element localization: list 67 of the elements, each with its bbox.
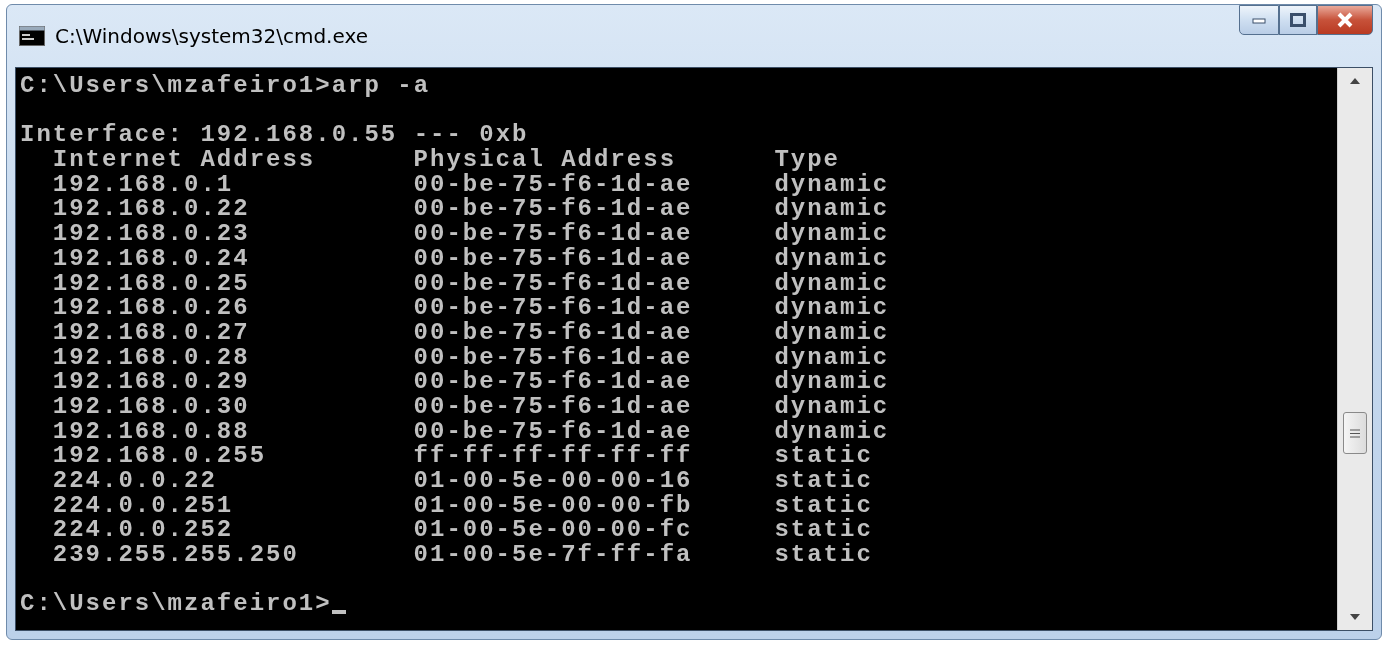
table-cell-text: dynamic xyxy=(774,394,891,420)
table-cell-text: 00-be-75-f6-1d-ae xyxy=(413,222,694,247)
maximize-button[interactable] xyxy=(1279,5,1317,35)
table-cell-text: static xyxy=(774,493,874,519)
grip-icon xyxy=(1350,428,1360,438)
window-title: C:\Windows\system32\cmd.exe xyxy=(55,24,369,48)
command-prompt: C:\Users\mzafeiro1> xyxy=(20,592,332,618)
console-app-icon xyxy=(19,26,45,46)
table-cell-text: 01-00-5e-00-00-fb xyxy=(413,493,694,519)
table-cell-text: 00-be-75-f6-1d-ae xyxy=(413,271,694,297)
table-cell-text: 224.0.0.22 xyxy=(52,469,218,494)
table-cell-text: 01-00-5e-00-00-fc xyxy=(413,518,694,544)
scrollbar[interactable] xyxy=(1337,68,1372,630)
table-cell-text: 00-be-75-f6-1d-ae xyxy=(413,296,694,321)
close-button[interactable] xyxy=(1317,5,1373,35)
table-cell-text: dynamic xyxy=(774,320,891,346)
table-cell-text: 192.168.0.88 xyxy=(52,419,251,445)
table-cell-text: 00-be-75-f6-1d-ae xyxy=(413,345,694,371)
table-cell-text: 192.168.0.25 xyxy=(52,271,251,297)
table-cell-text: dynamic xyxy=(774,345,891,371)
table-cell-text: 192.168.0.1 xyxy=(52,172,235,198)
table-cell-text: dynamic xyxy=(774,172,891,198)
table-cell-text: dynamic xyxy=(774,197,891,223)
table-cell-text: dynamic xyxy=(774,296,891,321)
table-cell-text: 224.0.0.252 xyxy=(52,518,235,544)
table-cell-text: 00-be-75-f6-1d-ae xyxy=(413,394,694,420)
table-cell-text: dynamic xyxy=(774,246,891,272)
table-cell-text: 239.255.255.250 xyxy=(52,543,300,568)
table-cell-text: dynamic xyxy=(774,419,891,445)
table-cell-text: 00-be-75-f6-1d-ae xyxy=(413,320,694,346)
table-cell-text: static xyxy=(774,444,873,469)
table-cell-text: 00-be-75-f6-1d-ae xyxy=(413,246,694,272)
table-cell-text: 00-be-75-f6-1d-ae xyxy=(413,419,694,445)
table-cell-text: 192.168.0.28 xyxy=(52,345,251,371)
minimize-button[interactable] xyxy=(1239,5,1279,35)
table-cell-text: 192.168.0.29 xyxy=(52,370,251,395)
table-cell-text: 224.0.0.251 xyxy=(52,493,235,519)
table-cell-text: 00-be-75-f6-1d-ae xyxy=(413,197,694,223)
table-cell-text: 192.168.0.24 xyxy=(52,246,251,272)
table-cell-text: 00-be-75-f6-1d-ae xyxy=(413,370,694,395)
table-cell-text: static xyxy=(774,543,874,568)
table-cell-text: dynamic xyxy=(774,271,891,297)
scroll-down-icon[interactable] xyxy=(1350,614,1360,620)
column-header: Physical Address xyxy=(413,148,677,173)
table-cell-text: dynamic xyxy=(774,222,891,247)
command-line: C:\Users\mzafeiro1>arp -a xyxy=(20,74,431,99)
minimize-icon xyxy=(1252,16,1266,24)
scroll-up-icon[interactable] xyxy=(1350,78,1360,84)
close-icon xyxy=(1336,12,1354,28)
table-cell-text: 00-be-75-f6-1d-ae xyxy=(413,172,694,198)
table-cell-text: 192.168.0.27 xyxy=(52,320,251,346)
table-cell-text: static xyxy=(774,518,874,544)
table-cell-text: 192.168.0.26 xyxy=(52,296,251,321)
table-cell-text: 192.168.0.23 xyxy=(52,222,251,247)
table-cell-text: ff-ff-ff-ff-ff-ff xyxy=(413,444,694,469)
table-cell-text: static xyxy=(774,469,874,494)
table-cell-text: 192.168.0.22 xyxy=(52,197,251,223)
scroll-thumb[interactable] xyxy=(1343,412,1367,454)
table-cell-text: 192.168.0.255 xyxy=(52,444,268,469)
table-cell-text: 01-00-5e-00-00-16 xyxy=(413,469,694,494)
interface-line: Interface: 192.168.0.55 --- 0xb xyxy=(20,123,529,149)
table-cell-text: dynamic xyxy=(774,370,891,395)
column-header: Internet Address xyxy=(52,148,317,173)
column-header: Type xyxy=(774,148,840,173)
table-cell-text: 01-00-5e-7f-ff-fa xyxy=(413,543,694,568)
table-cell-text: 192.168.0.30 xyxy=(52,394,251,420)
maximize-icon xyxy=(1290,13,1306,27)
